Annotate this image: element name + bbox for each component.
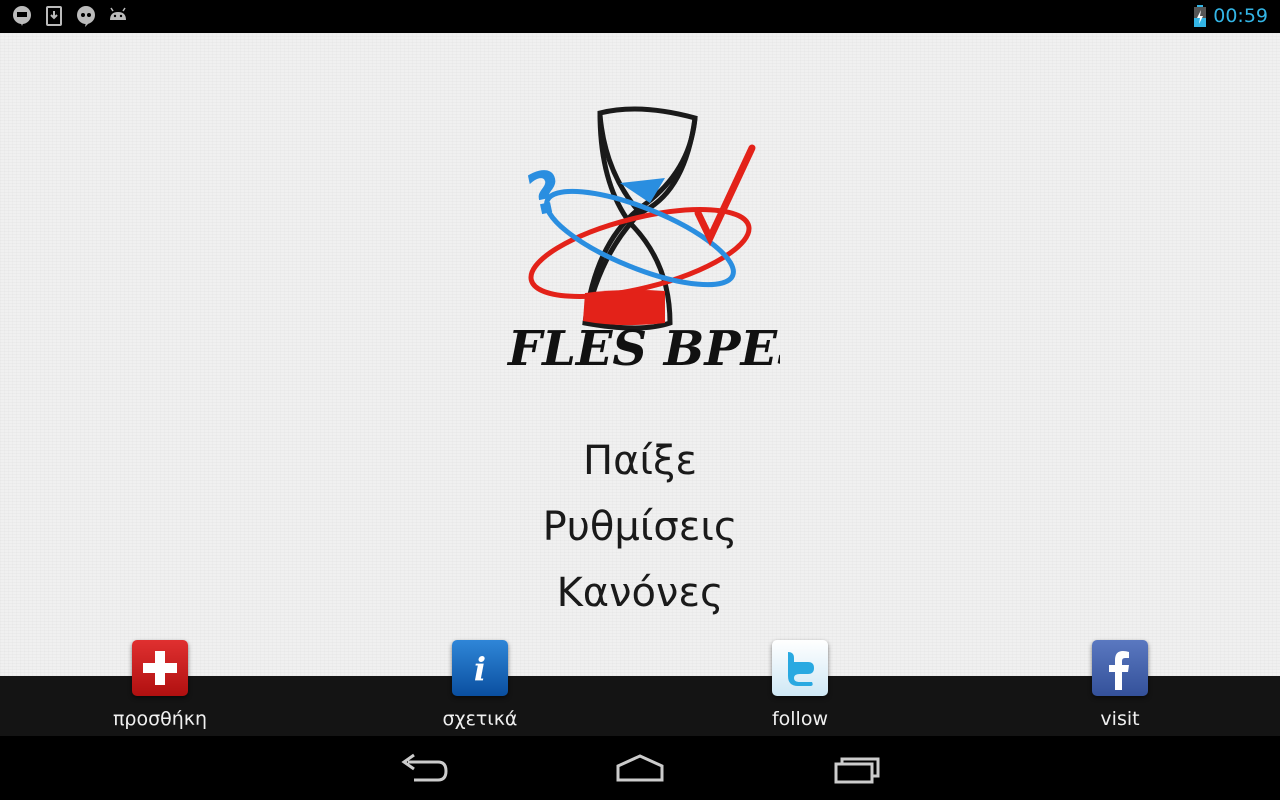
download-icon <box>46 6 62 26</box>
notification-icons <box>10 4 130 28</box>
recents-icon[interactable] <box>828 750 888 786</box>
quote-bubble-icon <box>77 6 95 27</box>
menu-item-rules[interactable]: Κανόνες <box>0 560 1280 626</box>
follow-label: follow <box>771 708 829 730</box>
add-icon <box>132 640 188 696</box>
app-logo: ? FLES BPES! <box>506 106 780 377</box>
facebook-icon <box>1092 640 1148 696</box>
info-icon: i <box>452 640 508 696</box>
status-bar: 00:59 <box>0 0 1280 33</box>
navigation-bar <box>0 736 1280 800</box>
about-label: σχετικά <box>442 708 518 730</box>
android-icon <box>110 7 126 20</box>
about-button[interactable]: i σχετικά <box>400 640 560 730</box>
svg-text:?: ? <box>521 156 568 230</box>
main-content: ? FLES BPES! Παίξε Ρυθμίσεις Κανόνες <box>0 33 1280 676</box>
svg-text:i: i <box>474 650 486 688</box>
bottom-action-bar: προσθήκη i σχετικά follow visit <box>0 640 1280 736</box>
home-icon[interactable] <box>610 750 670 786</box>
battery-charging-icon <box>1194 5 1207 27</box>
follow-button[interactable]: follow <box>720 640 880 730</box>
visit-button[interactable]: visit <box>1040 640 1200 730</box>
add-label: προσθήκη <box>112 708 208 730</box>
twitter-icon <box>772 640 828 696</box>
add-button[interactable]: προσθήκη <box>80 640 240 730</box>
status-time: 00:59 <box>1213 5 1268 27</box>
menu-item-settings[interactable]: Ρυθμίσεις <box>0 494 1280 560</box>
back-icon[interactable] <box>394 750 454 786</box>
visit-label: visit <box>1100 708 1140 730</box>
hangouts-icon <box>13 6 31 26</box>
status-indicators: 00:59 <box>1193 4 1268 28</box>
logo-wordmark: FLES BPES! <box>506 321 780 377</box>
menu-item-play[interactable]: Παίξε <box>0 428 1280 494</box>
main-menu: Παίξε Ρυθμίσεις Κανόνες <box>0 428 1280 626</box>
